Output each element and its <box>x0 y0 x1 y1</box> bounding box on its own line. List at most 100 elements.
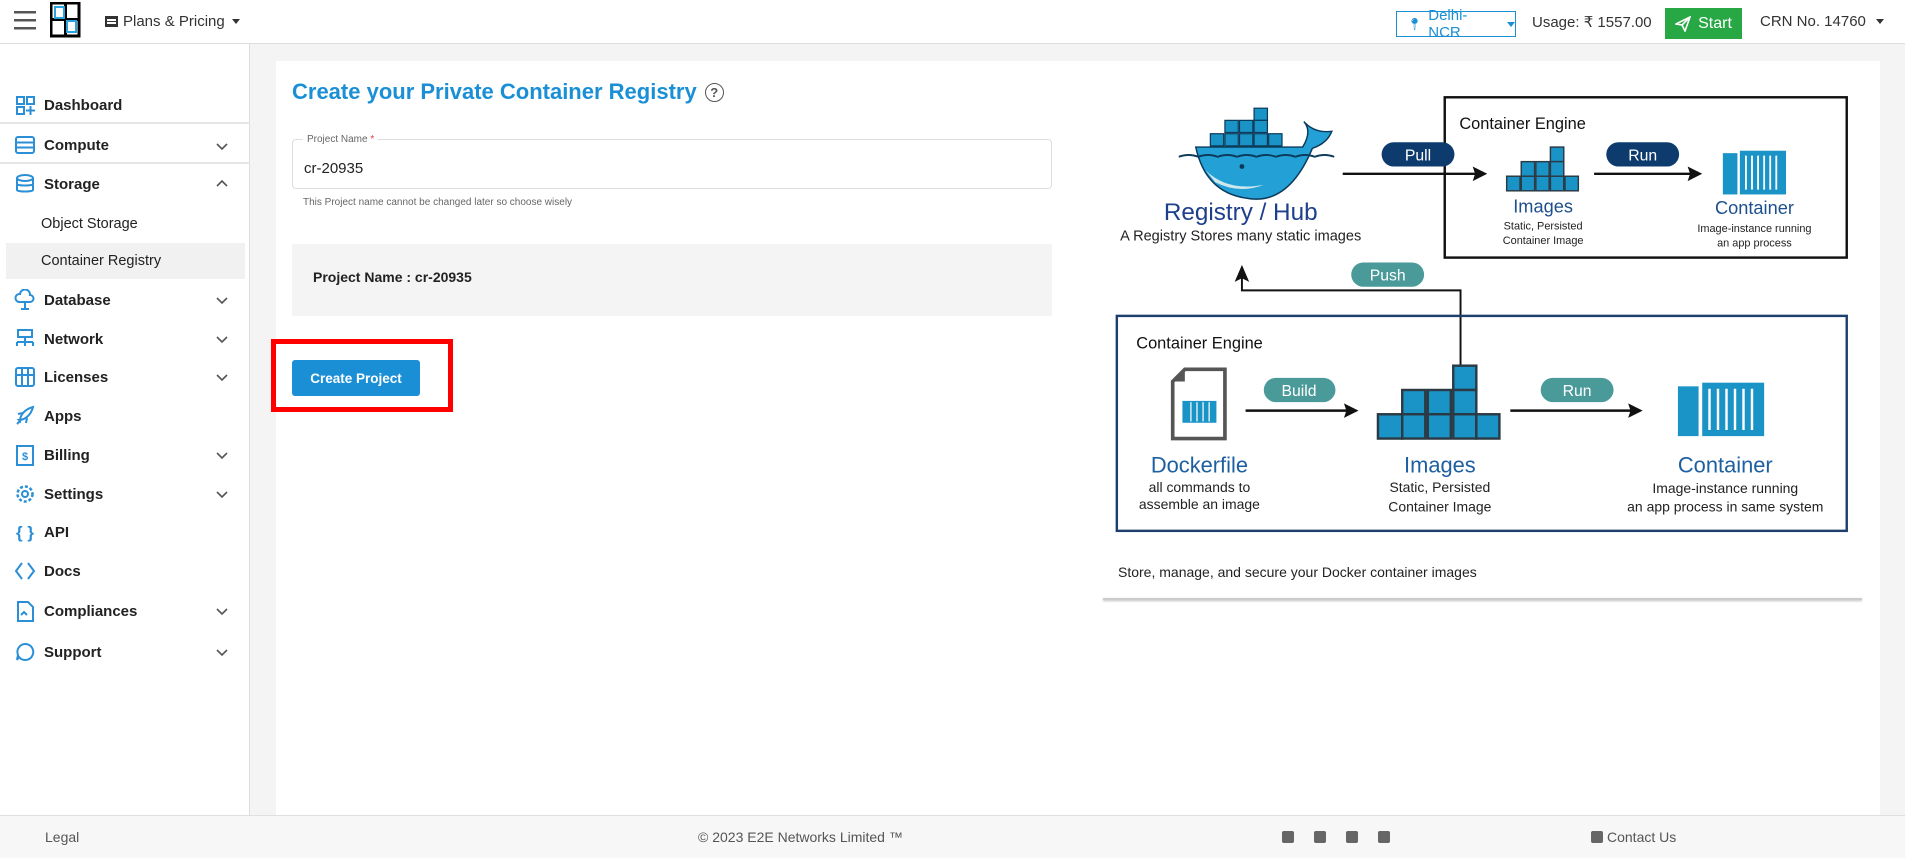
run-label-top: Run <box>1628 147 1657 164</box>
support-icon <box>14 641 36 663</box>
chevron-down-icon[interactable] <box>214 292 230 308</box>
help-icon[interactable]: ? <box>704 82 724 102</box>
sidebar-item-licenses[interactable]: Licenses <box>0 359 250 395</box>
sidebar-item-label: Licenses <box>44 368 109 386</box>
sidebar-item-label: Support <box>44 643 102 661</box>
container-top-sub: Image-instance running <box>1697 223 1811 235</box>
images-top-title: Images <box>1513 197 1573 217</box>
sidebar-item-compute[interactable]: Compute <box>0 128 250 164</box>
input-value: cr-20935 <box>304 160 364 177</box>
billing-icon: $ <box>14 444 36 466</box>
dockerfile-sub: assemble an image <box>1139 496 1260 512</box>
sidebar-item-docs[interactable]: Docs <box>0 553 250 589</box>
sidebar-item-support[interactable]: Support <box>0 634 250 670</box>
helper-text: This Project name cannot be changed late… <box>303 197 573 208</box>
facebook-icon[interactable] <box>1314 831 1326 843</box>
top-header: Plans & Pricing 📍︎ Delhi-NCR Usage: ₹ 15… <box>0 0 1905 44</box>
braces-icon: { } <box>14 521 36 543</box>
images-top-sub: Static, Persisted <box>1504 221 1583 233</box>
dashboard-icon <box>14 94 36 116</box>
registry-caption: A Registry Stores many static images <box>1120 229 1361 245</box>
sidebar-item-label: Apps <box>44 407 82 425</box>
sidebar-item-label: Database <box>44 291 111 309</box>
contact-us-link[interactable]: Contact Us <box>1591 829 1676 845</box>
images-bottom-title: Images <box>1404 453 1476 478</box>
start-button[interactable]: Start <box>1665 8 1742 39</box>
sidebar-item-network[interactable]: Network <box>0 321 250 357</box>
sidebar-item-label: Docs <box>44 562 81 580</box>
licenses-icon <box>14 366 36 388</box>
chevron-up-icon[interactable] <box>214 176 230 192</box>
sidebar-item-api[interactable]: { } API <box>0 514 250 550</box>
engine-label-top: Container Engine <box>1459 115 1586 133</box>
sidebar-item-settings[interactable]: Settings <box>0 476 250 512</box>
svg-text:{ }: { } <box>16 523 34 542</box>
build-label: Build <box>1281 383 1316 400</box>
dockerfile-title: Dockerfile <box>1151 453 1248 478</box>
code-icon <box>14 560 36 582</box>
cloud-database-icon <box>14 289 36 311</box>
usage-display: Usage: ₹ 1557.00 <box>1532 14 1652 31</box>
push-arrow <box>1240 274 1462 365</box>
container-icon-top <box>1722 150 1787 195</box>
chevron-down-icon[interactable] <box>214 486 230 502</box>
region-selector[interactable]: 📍︎ Delhi-NCR <box>1396 7 1516 41</box>
plans-pricing-dropdown[interactable]: Plans & Pricing <box>105 13 240 30</box>
e2e-logo[interactable] <box>49 1 82 40</box>
docker-whale-icon <box>1178 107 1335 200</box>
legal-link[interactable]: Legal <box>45 829 79 845</box>
footer: Legal © 2023 E2E Networks Limited ™ Cont… <box>0 815 1905 858</box>
images-icon-bottom <box>1376 364 1501 440</box>
container-bottom-title: Container <box>1678 453 1773 478</box>
sidebar-item-object-storage[interactable]: Object Storage <box>0 206 250 242</box>
chevron-down-icon[interactable] <box>214 644 230 660</box>
sidebar-item-label: Dashboard <box>44 96 123 114</box>
sidebar: Dashboard Compute Storage Object Storage Con… <box>0 44 250 815</box>
chevron-down-icon[interactable] <box>214 331 230 347</box>
twitter-icon[interactable] <box>1346 831 1358 843</box>
divider <box>1103 598 1862 600</box>
sidebar-item-billing[interactable]: $ Billing <box>0 437 250 473</box>
hamburger-menu-icon[interactable] <box>14 9 36 31</box>
sidebar-item-label: Container Registry <box>41 253 162 269</box>
chevron-down-icon[interactable] <box>214 603 230 619</box>
chevron-down-icon[interactable] <box>214 138 230 154</box>
sidebar-item-database[interactable]: Database <box>0 282 250 318</box>
images-top-sub: Container Image <box>1503 235 1584 247</box>
caret-down-icon <box>1875 19 1884 24</box>
images-bottom-sub: Container Image <box>1388 498 1491 514</box>
sidebar-item-container-registry[interactable]: Container Registry <box>6 243 245 279</box>
engine-label-bottom: Container Engine <box>1136 335 1263 353</box>
rocket-icon <box>14 405 36 427</box>
sidebar-item-label: Settings <box>44 485 104 503</box>
chevron-down-icon[interactable] <box>214 447 230 463</box>
images-icon-top <box>1505 146 1580 192</box>
database-icon <box>14 173 36 195</box>
network-icon <box>14 328 36 350</box>
sidebar-item-dashboard[interactable]: Dashboard <box>0 88 250 124</box>
rss-icon[interactable] <box>1378 831 1390 843</box>
push-label: Push <box>1370 268 1406 285</box>
page-title: Create your Private Container Registry <box>292 79 697 104</box>
images-bottom-sub: Static, Persisted <box>1389 479 1490 495</box>
project-name-input[interactable]: Project Name * cr-20935 <box>292 134 1052 189</box>
main-card: Create your Private Container Registry ?… <box>271 61 1880 815</box>
linkedin-icon[interactable] <box>1282 831 1294 843</box>
sidebar-item-storage[interactable]: Storage <box>0 166 250 202</box>
sidebar-item-label: Object Storage <box>41 216 138 232</box>
phone-icon <box>1591 831 1603 843</box>
location-pin-icon: 📍︎ <box>1407 17 1423 31</box>
crn-dropdown[interactable]: CRN No. 14760 <box>1760 13 1884 30</box>
container-icon-bottom <box>1677 382 1765 437</box>
sidebar-item-apps[interactable]: Apps <box>0 398 250 434</box>
chevron-down-icon[interactable] <box>214 369 230 385</box>
sidebar-item-label: Storage <box>44 175 100 193</box>
caret-down-icon <box>231 19 240 24</box>
container-top-sub: an app process <box>1717 238 1792 250</box>
sidebar-item-compliances[interactable]: Compliances <box>0 593 250 629</box>
create-project-button[interactable]: Create Project <box>292 360 420 396</box>
container-bottom-sub: Image-instance running <box>1652 480 1798 496</box>
registry-title: Registry / Hub <box>1164 199 1318 226</box>
server-icon <box>14 134 36 156</box>
container-top-title: Container <box>1715 198 1794 218</box>
